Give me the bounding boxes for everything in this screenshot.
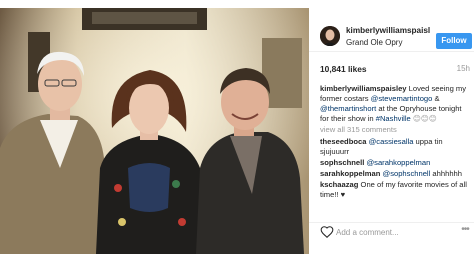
post-photo-image bbox=[0, 8, 309, 254]
post-timestamp[interactable]: 15h bbox=[457, 64, 470, 73]
comment-username[interactable]: theseedboca bbox=[320, 137, 366, 146]
more-options-icon[interactable]: ••• bbox=[459, 225, 471, 237]
view-all-comments-link[interactable]: view all 315 comments bbox=[320, 125, 470, 135]
avatar-image bbox=[320, 26, 340, 46]
comment-bar: ••• bbox=[309, 222, 474, 254]
comment-mention[interactable]: @sophschnell bbox=[382, 169, 430, 178]
caption-text: & bbox=[432, 94, 440, 103]
post-author-username[interactable]: kimberlywilliamspaisl... bbox=[346, 26, 430, 35]
likes-count[interactable]: 10,841 likes bbox=[320, 64, 367, 74]
comment-mention[interactable]: @cassiesalla bbox=[369, 137, 414, 146]
comment-item: theseedboca @cassiesalla uppa tin sjujuu… bbox=[320, 137, 470, 157]
post-header: kimberlywilliamspaisl... Grand Ole Opry … bbox=[309, 8, 474, 52]
avatar[interactable] bbox=[320, 26, 340, 46]
comment-mention[interactable]: @sarahkoppelman bbox=[366, 158, 430, 167]
caption-username[interactable]: kimberlywilliamspaisley bbox=[320, 84, 407, 93]
comments-section: kimberlywilliamspaisley Loved seeing my … bbox=[320, 84, 470, 201]
comment-username[interactable]: kschaazag bbox=[320, 180, 358, 189]
follow-button[interactable]: Follow bbox=[436, 33, 472, 49]
post-photo[interactable] bbox=[0, 8, 309, 254]
instagram-post: kimberlywilliamspaisl... Grand Ole Opry … bbox=[0, 0, 474, 267]
caption-mention[interactable]: @themartinshort bbox=[320, 104, 376, 113]
heart-icon-glyph bbox=[320, 226, 334, 238]
caption-emoji: 😊😊😊 bbox=[412, 114, 437, 123]
comment-username[interactable]: sarahkoppelman bbox=[320, 169, 380, 178]
comment-item: kschaazag One of my favorite movies of a… bbox=[320, 180, 470, 200]
post-location[interactable]: Grand Ole Opry bbox=[346, 38, 402, 47]
caption-hashtag[interactable]: #Nashville bbox=[376, 114, 411, 123]
post-side-panel: kimberlywilliamspaisl... Grand Ole Opry … bbox=[309, 0, 474, 267]
comment-item: sarahkoppelman @sophschnell ahhhhhh bbox=[320, 169, 470, 179]
post-caption: kimberlywilliamspaisley Loved seeing my … bbox=[320, 84, 470, 124]
heart-icon[interactable] bbox=[320, 225, 334, 239]
comment-item: sophschnell @sarahkoppelman bbox=[320, 158, 470, 168]
post-meta: 10,841 likes 15h bbox=[320, 64, 470, 76]
comment-username[interactable]: sophschnell bbox=[320, 158, 364, 167]
caption-mention[interactable]: @stevemartintogo bbox=[371, 94, 433, 103]
add-comment-input[interactable] bbox=[336, 226, 446, 238]
comment-text: ahhhhhh bbox=[430, 169, 462, 178]
